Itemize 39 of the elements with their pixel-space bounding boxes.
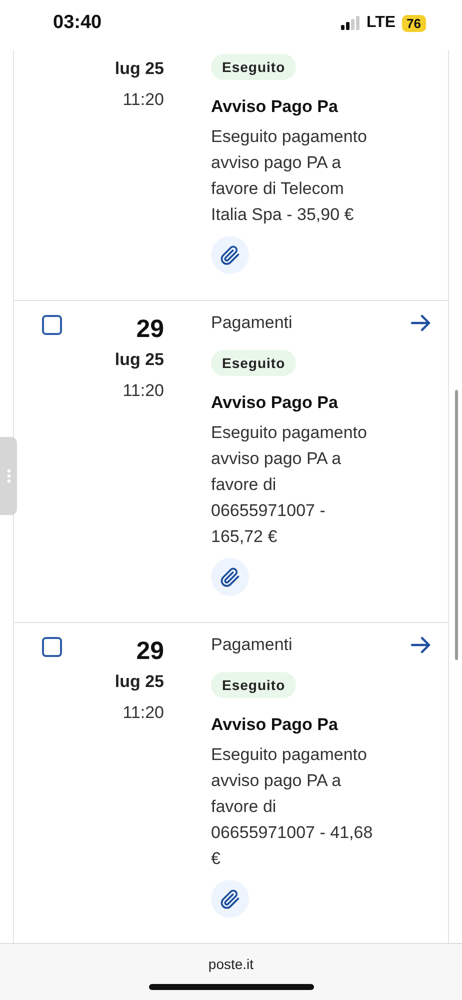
scrollbar[interactable]: [455, 390, 458, 660]
date-month: lug 25: [114, 349, 164, 371]
time-label: 11:20: [122, 702, 164, 724]
attachment-button[interactable]: [211, 558, 249, 596]
category-label: Pagamenti: [211, 635, 292, 655]
date-month: lug 25: [114, 671, 164, 693]
item-title: Avviso Pago Pa: [211, 714, 338, 736]
attachment-button[interactable]: [211, 236, 249, 274]
url-label[interactable]: poste.it: [208, 956, 254, 972]
side-handle[interactable]: [0, 437, 17, 515]
paperclip-icon: [219, 244, 241, 266]
checkbox[interactable]: [42, 637, 62, 657]
item-description: Eseguito pagamento avviso pago PA a favore di 06655971007 - 41,68 €: [211, 744, 374, 870]
battery-level: 76: [402, 14, 426, 32]
status-chip: Eseguito: [211, 350, 296, 376]
date-day: 29: [136, 313, 164, 345]
date-day: 29: [136, 635, 164, 667]
network-label: LTE: [366, 14, 396, 32]
time-label: 11:20: [122, 89, 164, 111]
attachment-button[interactable]: [211, 880, 249, 918]
dots-icon: [6, 468, 10, 484]
item-description: Eseguito pagamento avviso pago PA a favore di Telecom Italia Spa - 35,90 €: [211, 126, 368, 226]
arrow-right-icon[interactable]: [411, 314, 431, 332]
arrow-right-icon[interactable]: [411, 636, 431, 654]
item-title: Avviso Pago Pa: [211, 96, 338, 118]
clock-time: 03:40: [53, 12, 102, 34]
checkbox[interactable]: [42, 315, 62, 335]
list-card[interactable]: 29 lug 25 11:20 Pagamenti Eseguito Avviso Pago Pa Eseguito pagamento avviso pago PA a favore di 06655971007 - 165,72 €: [14, 301, 448, 623]
status-chip: Eseguito: [211, 672, 296, 698]
list-card[interactable]: lug 25 11:20 Eseguito Avviso Pago Pa Eseguito pagamento avviso pago PA a favore di Telecom Italia Spa - 35,90 €: [14, 50, 448, 301]
status-chip: Eseguito: [211, 54, 296, 80]
paperclip-icon: [219, 888, 241, 910]
signal-icon: [340, 16, 360, 30]
item-description: Eseguito pagamento avviso pago PA a favore di 06655971007 - 165,72 €: [211, 422, 368, 548]
time-label: 11:20: [122, 380, 164, 402]
category-label: Pagamenti: [211, 313, 292, 333]
date-month: lug 25: [114, 58, 164, 80]
paperclip-icon: [219, 566, 241, 588]
item-title: Avviso Pago Pa: [211, 392, 338, 414]
